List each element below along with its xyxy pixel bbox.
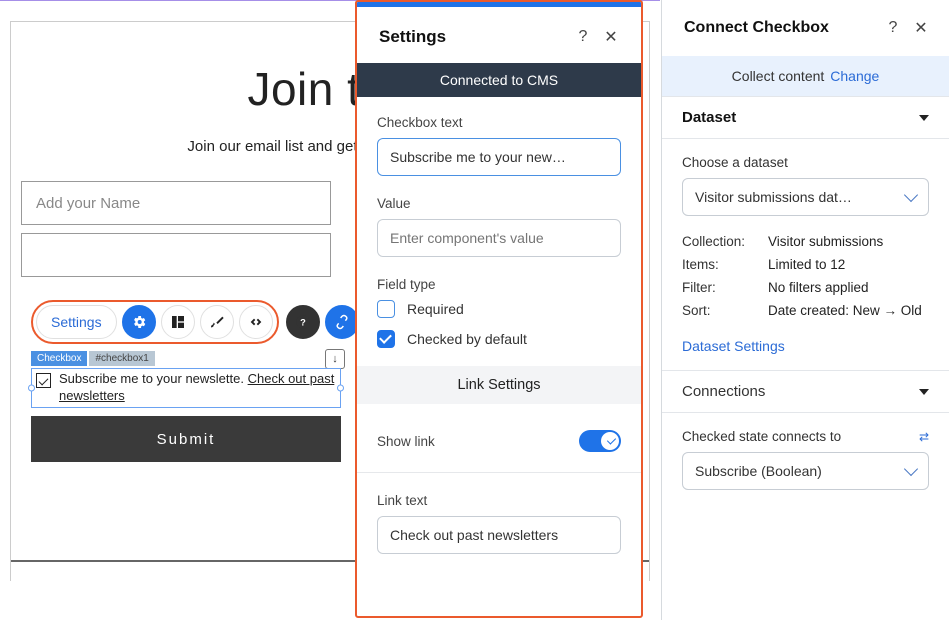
selected-checkbox-element[interactable]: Checkbox #checkbox1 ↓ Subscribe me to yo… bbox=[31, 351, 341, 408]
element-tag-type: Checkbox bbox=[31, 351, 87, 366]
element-toolbar: Settings ? bbox=[31, 300, 359, 344]
value-label: Value bbox=[377, 196, 621, 211]
meta-filter-value: No filters applied bbox=[768, 280, 869, 295]
help-icon[interactable]: ? bbox=[286, 305, 320, 339]
divider bbox=[357, 472, 641, 473]
meta-collection-key: Collection: bbox=[682, 234, 768, 249]
connect-data-icon[interactable] bbox=[325, 305, 359, 339]
toolbar-highlight-group: Settings bbox=[31, 300, 279, 344]
required-checkbox[interactable] bbox=[377, 300, 395, 318]
value-input[interactable] bbox=[377, 219, 621, 257]
show-link-toggle[interactable] bbox=[579, 430, 621, 452]
chevron-down-icon bbox=[904, 188, 918, 202]
resize-handle-left[interactable] bbox=[28, 384, 35, 391]
help-icon[interactable]: ? bbox=[569, 23, 597, 51]
dataset-select[interactable]: Visitor submissions dat… bbox=[682, 178, 929, 216]
swap-icon[interactable]: ⇄ bbox=[919, 430, 929, 444]
checkbox-text-input[interactable] bbox=[377, 138, 621, 176]
download-icon[interactable]: ↓ bbox=[325, 349, 345, 369]
layout-icon[interactable] bbox=[161, 305, 195, 339]
dataset-section-header[interactable]: Dataset bbox=[662, 96, 949, 139]
checkbox-text-label: Checkbox text bbox=[377, 115, 621, 130]
gear-icon[interactable] bbox=[122, 305, 156, 339]
show-link-label: Show link bbox=[377, 434, 435, 449]
close-icon[interactable]: ✕ bbox=[907, 14, 935, 42]
brush-icon[interactable] bbox=[200, 305, 234, 339]
second-field-outline bbox=[21, 233, 331, 277]
required-checkbox-label: Required bbox=[407, 301, 464, 317]
meta-items-value: Limited to 12 bbox=[768, 257, 845, 272]
change-link[interactable]: Change bbox=[830, 68, 879, 84]
close-icon[interactable]: ✕ bbox=[597, 23, 625, 51]
settings-pill-button[interactable]: Settings bbox=[36, 305, 117, 339]
code-icon[interactable] bbox=[239, 305, 273, 339]
submit-button[interactable]: Submit bbox=[31, 416, 341, 462]
chevron-down-icon bbox=[919, 389, 929, 395]
collect-content-text: Collect content bbox=[732, 68, 825, 84]
meta-sort-key: Sort: bbox=[682, 303, 768, 318]
meta-collection-value: Visitor submissions bbox=[768, 234, 883, 249]
dataset-settings-link[interactable]: Dataset Settings bbox=[682, 338, 785, 354]
connect-panel: Connect Checkbox ? ✕ Collect content Cha… bbox=[661, 0, 949, 620]
meta-sort-value: Date created: New → Old bbox=[768, 303, 922, 318]
choose-dataset-label: Choose a dataset bbox=[682, 155, 929, 170]
collect-content-band: Collect content Change bbox=[662, 56, 949, 96]
connected-to-cms-band: Connected to CMS bbox=[357, 63, 641, 97]
svg-text:?: ? bbox=[300, 317, 306, 327]
chevron-down-icon bbox=[919, 115, 929, 121]
field-type-label: Field type bbox=[377, 277, 621, 292]
checked-state-select[interactable]: Subscribe (Boolean) bbox=[682, 452, 929, 490]
checkbox-label-text: Subscribe me to your newslette. Check ou… bbox=[59, 371, 336, 405]
connect-panel-title: Connect Checkbox bbox=[684, 19, 879, 37]
help-icon[interactable]: ? bbox=[879, 14, 907, 42]
settings-panel: Settings ? ✕ Connected to CMS Checkbox t… bbox=[355, 0, 643, 618]
element-tag-id: #checkbox1 bbox=[89, 351, 154, 366]
link-settings-bar: Link Settings bbox=[357, 366, 641, 404]
chevron-down-icon bbox=[904, 462, 918, 476]
link-text-label: Link text bbox=[377, 493, 621, 508]
checked-state-label: Checked state connects to bbox=[682, 429, 841, 444]
meta-filter-key: Filter: bbox=[682, 280, 768, 295]
name-input[interactable] bbox=[21, 181, 331, 225]
resize-handle-right[interactable] bbox=[337, 384, 344, 391]
checkbox-box[interactable] bbox=[36, 373, 51, 388]
checked-by-default-checkbox[interactable] bbox=[377, 330, 395, 348]
link-text-input[interactable] bbox=[377, 516, 621, 554]
checked-by-default-label: Checked by default bbox=[407, 331, 527, 347]
settings-panel-title: Settings bbox=[379, 27, 569, 47]
connections-section-header[interactable]: Connections bbox=[662, 370, 949, 413]
meta-items-key: Items: bbox=[682, 257, 768, 272]
